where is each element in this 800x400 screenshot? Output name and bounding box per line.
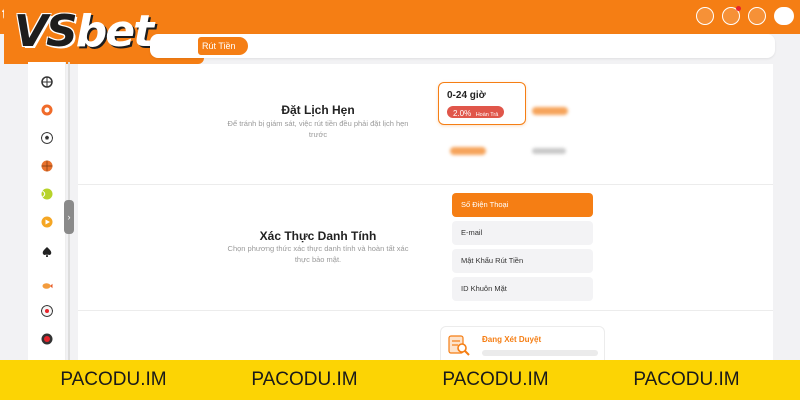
document-search-icon xyxy=(448,335,470,356)
identity-description: Chọn phương thức xác thực danh tính và h… xyxy=(227,244,409,264)
basketball-icon[interactable] xyxy=(41,160,53,172)
rebate-label: Hoàn Trả xyxy=(475,112,499,118)
play-icon[interactable] xyxy=(41,216,53,228)
review-status-label: Đang Xét Duyệt xyxy=(482,335,542,344)
watermark-text: PACODU.IM xyxy=(633,369,740,390)
schedule-description: Để tránh bị giám sát, việc rút tiền đều … xyxy=(227,119,409,139)
blurred-slot-badge xyxy=(532,148,566,154)
blurred-slot-badge xyxy=(450,147,486,155)
wheel-icon[interactable] xyxy=(41,76,53,88)
breadcrumb: Rút Tiền xyxy=(150,34,775,58)
blurred-slot-time xyxy=(532,134,566,144)
review-progress-bar xyxy=(482,350,598,356)
game-sidebar xyxy=(28,62,66,362)
watermark-text: PACODU.IM xyxy=(60,369,167,390)
logo-bet: bet xyxy=(75,6,154,57)
headset-icon[interactable] xyxy=(748,7,766,25)
blurred-slot-badge xyxy=(532,107,568,115)
fish-icon[interactable] xyxy=(41,280,53,292)
blurred-slot-time xyxy=(532,94,568,104)
slot-time: 0-24 giờ xyxy=(447,90,486,101)
rebate-badge: 2.0% Hoàn Trả xyxy=(447,106,505,118)
logo-wordmark: VSbet xyxy=(14,6,154,57)
lottery-icon[interactable] xyxy=(41,305,53,317)
header-icon-group xyxy=(696,6,794,25)
vip-avatar[interactable] xyxy=(774,7,794,25)
method-email-button[interactable]: E-mail xyxy=(452,221,593,245)
schedule-title: Đặt Lịch Hẹn xyxy=(281,103,355,117)
time-slot-blurred[interactable] xyxy=(532,94,568,115)
blurred-slot-time xyxy=(450,134,486,144)
bell-icon[interactable] xyxy=(722,6,741,25)
wallet-icon[interactable] xyxy=(696,7,714,25)
spade-icon[interactable] xyxy=(41,246,53,258)
section-divider xyxy=(78,184,773,185)
watermark-banner: PACODU.IM PACODU.IM PACODU.IM PACODU.IM xyxy=(0,360,800,400)
soccer-ball-icon[interactable] xyxy=(41,132,53,144)
section-divider xyxy=(78,310,773,311)
cockfight-icon[interactable] xyxy=(41,333,53,345)
method-withdraw-password-button[interactable]: Mật Khẩu Rút Tiền xyxy=(452,249,593,273)
method-face-id-button[interactable]: ID Khuôn Mặt xyxy=(452,277,593,301)
identity-title: Xác Thực Danh Tính xyxy=(259,229,377,243)
watermark-text: PACODU.IM xyxy=(442,369,549,390)
tennis-ball-icon[interactable] xyxy=(41,188,53,200)
sidebar-collapse-handle[interactable]: › xyxy=(64,200,74,234)
breadcrumb-current[interactable]: Rút Tiền xyxy=(198,37,248,55)
method-phone-button[interactable]: Số Điện Thoại xyxy=(452,193,593,217)
time-slot-blurred[interactable] xyxy=(532,134,566,154)
time-slot-blurred[interactable] xyxy=(450,134,486,155)
rebate-percent: 2.0% xyxy=(453,109,472,118)
watermark-text: PACODU.IM xyxy=(251,369,358,390)
casino-chip-icon[interactable] xyxy=(41,104,53,116)
logo-vs: VS xyxy=(14,6,78,57)
time-slot-selected[interactable]: 0-24 giờ 2.0% Hoàn Trả xyxy=(438,82,526,125)
